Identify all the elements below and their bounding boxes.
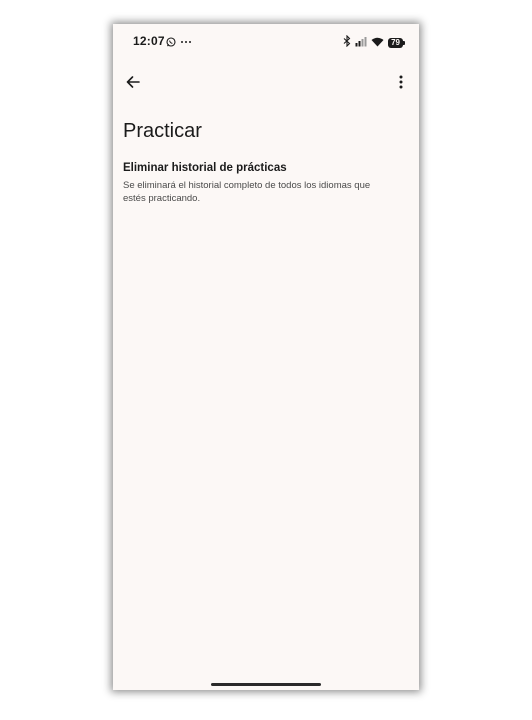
page-title: Practicar — [123, 120, 202, 142]
more-notifications-icon — [180, 34, 192, 52]
wifi-icon — [371, 34, 384, 52]
phone-screen: 12:07 79 Practicar Eliminar historial de… — [113, 24, 419, 690]
bluetooth-icon — [343, 34, 351, 52]
more-vert-icon — [399, 74, 403, 95]
notification-icons — [166, 34, 192, 52]
system-icons: 79 — [343, 34, 405, 52]
whatsapp-icon — [166, 34, 176, 52]
arrow-back-icon — [125, 74, 141, 95]
navigation-gesture-bar[interactable] — [211, 683, 321, 686]
signal-icon — [355, 34, 367, 52]
battery-indicator: 79 — [388, 38, 405, 48]
top-app-bar — [113, 66, 419, 102]
back-button[interactable] — [119, 70, 147, 98]
status-time: 12:07 — [133, 34, 165, 48]
status-bar: 12:07 79 — [113, 24, 419, 60]
setting-summary: Se eliminará el historial completo de to… — [123, 180, 371, 204]
delete-practice-history-item[interactable]: Eliminar historial de prácticas Se elimi… — [123, 162, 403, 205]
setting-title: Eliminar historial de prácticas — [123, 162, 287, 174]
more-options-button[interactable] — [389, 70, 413, 98]
